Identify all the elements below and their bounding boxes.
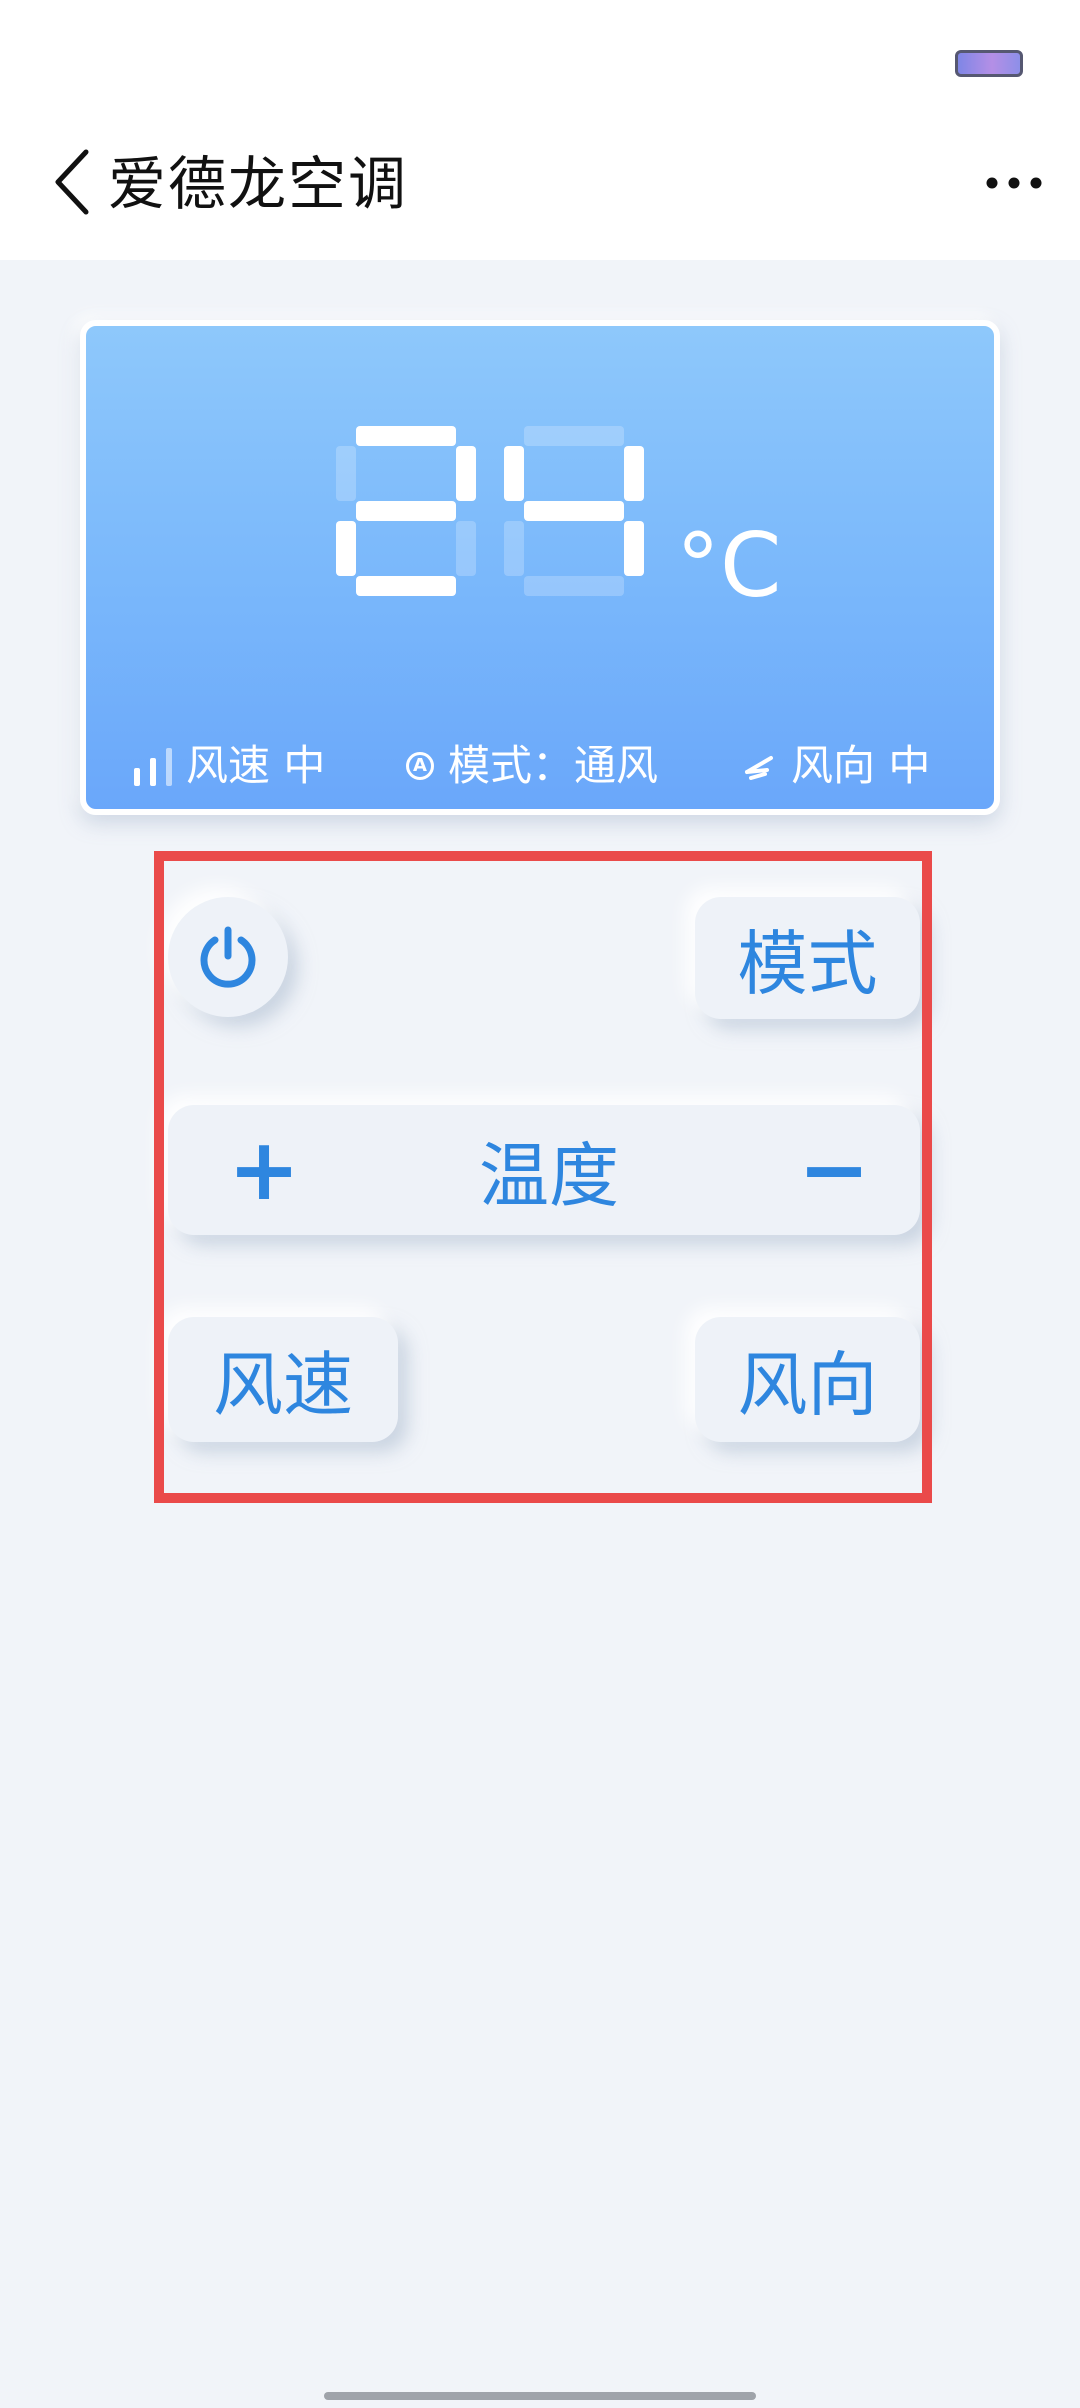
temperature-digits	[336, 426, 644, 596]
segment-a	[524, 426, 624, 446]
swing-text: 风向 中	[791, 741, 931, 790]
mode-text: 模式：通风	[448, 741, 659, 790]
segment-g	[356, 501, 456, 521]
page-title: 爱德龙空调	[108, 150, 409, 218]
segment-c	[624, 521, 644, 576]
remote-control-pad: 模式 + 温度 − 风速 风向	[154, 851, 938, 1507]
fan-speed-button[interactable]: 风速	[168, 1317, 398, 1442]
segment-e	[336, 521, 356, 576]
temperature-unit: °C	[676, 514, 782, 617]
home-indicator[interactable]	[324, 2392, 756, 2400]
swing-status: 风向 中	[741, 736, 930, 796]
power-button[interactable]	[168, 897, 288, 1017]
app-screen: 爱德龙空调 °C 风速 中 A 模式：通风 风向 中 模式 + 温度 − 风速 …	[0, 0, 1080, 2408]
segment-g	[524, 501, 624, 521]
swing-icon	[745, 756, 773, 780]
battery-icon	[955, 50, 1023, 77]
more-horizontal-icon[interactable]	[984, 160, 1044, 206]
auto-mode-icon: A	[406, 752, 434, 780]
chevron-left-icon[interactable]	[50, 146, 96, 218]
segment-f	[336, 446, 356, 501]
segment-d	[524, 576, 624, 596]
mode-button[interactable]: 模式	[695, 897, 920, 1019]
mode-status: A 模式：通风	[406, 736, 658, 796]
temperature-control: + 温度 −	[168, 1105, 920, 1235]
segment-e	[504, 521, 524, 576]
fan-speed-status: 风速 中	[134, 736, 325, 796]
segment-d	[356, 576, 456, 596]
temp-increase-button[interactable]: +	[228, 1127, 300, 1213]
segment-f	[504, 446, 524, 501]
ac-display-panel: °C 风速 中 A 模式：通风 风向 中	[80, 320, 1000, 815]
wind-direction-button[interactable]: 风向	[695, 1317, 920, 1442]
top-bar: 爱德龙空调	[0, 110, 1080, 260]
segment-a	[356, 426, 456, 446]
segment-b	[456, 446, 476, 501]
fan-speed-text: 风速 中	[186, 741, 326, 790]
segment-c	[456, 521, 476, 576]
status-bar	[0, 0, 1080, 110]
status-row: 风速 中 A 模式：通风 风向 中	[86, 736, 994, 796]
temperature-label: 温度	[479, 1134, 619, 1217]
signal-bars-icon	[134, 746, 172, 786]
power-icon	[200, 926, 256, 988]
temp-decrease-button[interactable]: −	[798, 1127, 870, 1213]
segment-b	[624, 446, 644, 501]
